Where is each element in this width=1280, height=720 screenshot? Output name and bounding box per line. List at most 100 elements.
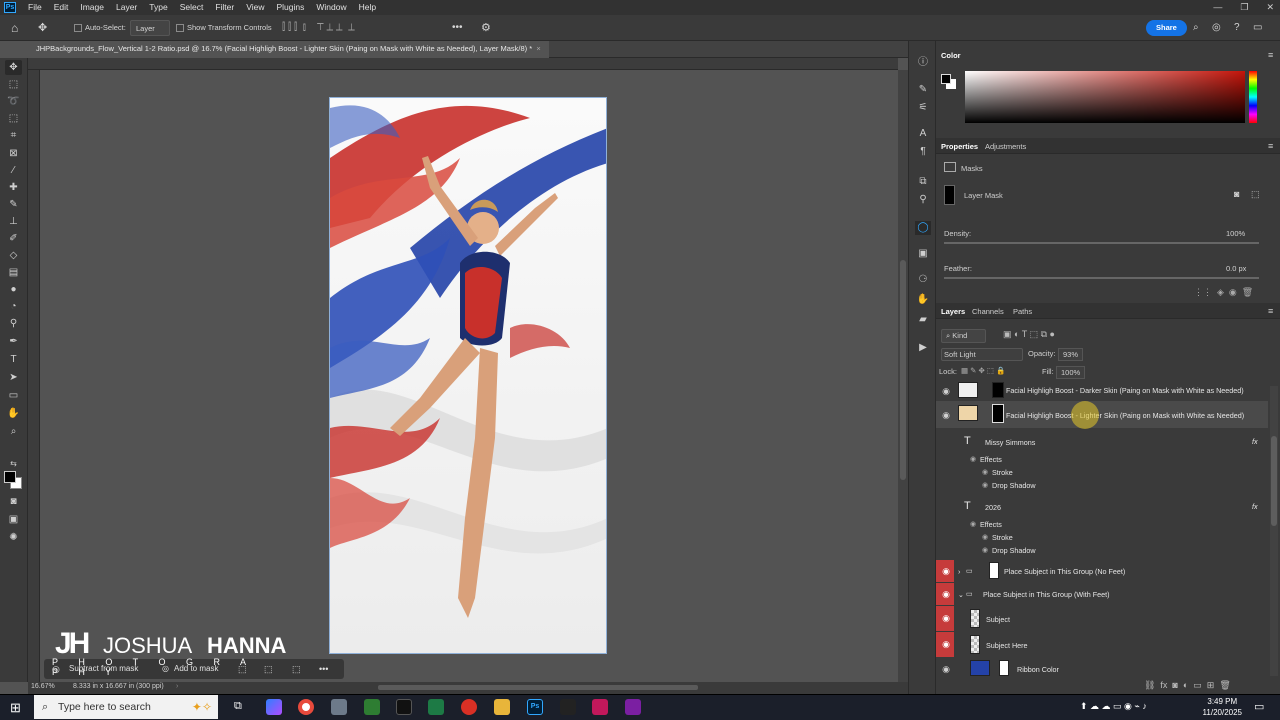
adjust-icon[interactable]: ⚟ [915, 101, 931, 115]
menu-plugins[interactable]: Plugins [270, 0, 310, 15]
close-tab-icon[interactable]: × [536, 44, 540, 53]
layer-row[interactable]: ◉ Subject [936, 606, 1268, 631]
search-icon[interactable]: ⌕ [1193, 20, 1199, 36]
marquee-tool[interactable]: ⬚ [5, 77, 22, 92]
group-row[interactable]: ◉ › ▭ Place Subject in This Group (No Fe… [936, 560, 1268, 582]
vertical-scrollbar[interactable] [898, 70, 908, 682]
layer-row[interactable]: ◉ Subject Here [936, 632, 1268, 657]
menu-image[interactable]: Image [74, 0, 110, 15]
app-icon[interactable] [364, 699, 380, 715]
close-window-icon[interactable]: ✕ [1266, 0, 1274, 15]
align-icons[interactable]: ⫿ ⫿ ⫿ ⫾ ⊤ ⊥ ⊥ ⊥ [282, 20, 355, 36]
eye-icon[interactable]: ◉ [941, 410, 951, 420]
menu-filter[interactable]: Filter [209, 0, 240, 15]
color-panel-title[interactable]: Color [941, 51, 961, 60]
healing-tool[interactable]: ✚ [5, 180, 22, 195]
layer-filter-icons[interactable]: ▣ ◐ T ⬚ ⧉ ● [1003, 329, 1055, 340]
mask-thumbnail[interactable] [989, 562, 999, 579]
taskbar-search[interactable]: ⌕ Type here to search ✦✧ [34, 695, 218, 719]
actions-icon[interactable]: ⚲ [915, 193, 931, 207]
system-tray-icons[interactable]: ⬆ ☁ ☁ ▭ ◉ ⌁ ♪ [1080, 701, 1147, 712]
layer-row[interactable]: T 2026 fx [936, 495, 1268, 521]
zoom-level[interactable]: 16.67% [31, 683, 55, 690]
fx-icon[interactable]: fx [1252, 437, 1258, 446]
fx-icon[interactable]: fx [1252, 502, 1258, 511]
learn-icon[interactable]: ⚆ [915, 273, 931, 287]
vector-mask-icon[interactable]: ⬚ [1251, 189, 1260, 200]
menu-help[interactable]: Help [353, 0, 382, 15]
mask-thumbnail[interactable] [992, 382, 1004, 398]
dodge-burn-tool[interactable]: ⚲ [5, 316, 22, 331]
libraries-icon[interactable]: ▣ [915, 247, 931, 261]
menu-select[interactable]: Select [174, 0, 210, 15]
color-fg-swatch[interactable] [941, 74, 951, 84]
taskbar-clock[interactable]: 3:49 PM 11/20/2025 [1203, 696, 1242, 718]
effects-eye-icon[interactable]: ◉ [970, 454, 976, 463]
swap-colors-icon[interactable]: ⇆ [5, 456, 22, 471]
workspace-icon[interactable]: ▭ [1253, 20, 1262, 36]
kind-filter-dropdown[interactable]: ⌕ Kind [941, 329, 987, 343]
opacity-value[interactable]: 93% [1058, 348, 1084, 361]
brush-settings-icon[interactable]: ✎ [915, 83, 931, 97]
group-row[interactable]: ◉ ⌄ ▭ Place Subject in This Group (With … [936, 583, 1268, 605]
generative-icon[interactable]: ✺ [5, 530, 22, 545]
copilot-icon[interactable] [266, 699, 282, 715]
layer-dropdown[interactable]: Layer [130, 20, 170, 36]
help-icon[interactable]: ? [1234, 20, 1240, 36]
drop-shadow-effect[interactable]: Drop Shadow [992, 481, 1036, 490]
tab-paths[interactable]: Paths [1013, 307, 1032, 316]
excel-icon[interactable] [428, 699, 444, 715]
move-tool-icon[interactable]: ✥ [38, 20, 47, 36]
stroke-eye-icon[interactable]: ◉ [982, 532, 988, 541]
eye-icon[interactable]: ◉ [941, 589, 951, 599]
blur-tool[interactable]: ● [5, 282, 22, 297]
tab-adjustments[interactable]: Adjustments [985, 142, 1026, 151]
layer-panel-footer-icons[interactable]: ⛓ fx ◙ ◐ ▭ ⊞ 🗑 [1144, 680, 1231, 691]
app-icon[interactable] [396, 699, 412, 715]
app-icon[interactable] [560, 699, 576, 715]
app-icon[interactable] [461, 699, 477, 715]
type-tool[interactable]: T [5, 352, 22, 367]
eye-icon[interactable]: ◉ [941, 639, 951, 649]
hand-tool[interactable]: ✋ [5, 406, 22, 421]
comments-icon[interactable]: ▰ [915, 313, 931, 327]
stroke-effect[interactable]: Stroke [992, 468, 1013, 477]
layers-menu-icon[interactable]: ≡ [1268, 306, 1273, 316]
mask-action-icons[interactable]: ⋮⋮ ◈ ◉ 🗑 [1194, 287, 1253, 298]
eye-icon[interactable]: ◉ [941, 566, 951, 576]
menu-layer[interactable]: Layer [110, 0, 143, 15]
move-tool[interactable]: ✥ [5, 60, 22, 75]
screen-mode-icon[interactable]: ▣ [5, 512, 22, 527]
eye-icon[interactable]: ◉ [941, 664, 951, 674]
color-field[interactable] [965, 71, 1245, 123]
properties-menu-icon[interactable]: ≡ [1268, 141, 1273, 151]
drop-shadow-eye-icon[interactable]: ◉ [982, 545, 988, 554]
select-mask-icon[interactable]: ◙ [1234, 189, 1239, 199]
color-panel-menu-icon[interactable]: ≡ [1268, 50, 1273, 60]
layer-mask-thumbnail[interactable] [944, 185, 955, 205]
rectangle-tool[interactable]: ▭ [5, 388, 22, 403]
properties-icon[interactable]: ◯ [915, 221, 931, 235]
crop-tool[interactable]: ⌗ [5, 128, 22, 143]
dodge-tool[interactable]: ◔ [5, 299, 22, 314]
layer-row-selected[interactable]: ◉ Facial Highligh Boost - Lighter Skin (… [936, 401, 1268, 429]
brush-tool[interactable]: ✎ [5, 197, 22, 212]
menu-edit[interactable]: Edit [48, 0, 75, 15]
document-canvas[interactable] [329, 97, 607, 654]
app-icon[interactable] [625, 699, 641, 715]
task-view-icon[interactable]: ⧉ [234, 700, 242, 713]
density-slider[interactable] [944, 242, 1259, 244]
blend-mode-dropdown[interactable]: Soft Light [941, 348, 1023, 361]
info-icon[interactable]: ⓘ [915, 56, 931, 70]
history-brush-tool[interactable]: ✐ [5, 231, 22, 246]
quick-mask-icon[interactable]: ◙ [5, 494, 22, 509]
drop-shadow-eye-icon[interactable]: ◉ [982, 480, 988, 489]
object-select-tool[interactable]: ⬚ [5, 111, 22, 126]
tab-properties[interactable]: Properties [941, 142, 978, 151]
mask-thumbnail[interactable] [999, 660, 1009, 676]
document-tab[interactable]: JHPBackgrounds_Flow_Vertical 1-2 Ratio.p… [28, 41, 549, 58]
tab-layers[interactable]: Layers [941, 307, 965, 316]
layer-row[interactable]: ◉ Ribbon Color [936, 659, 1268, 678]
gradient-tool[interactable]: ▤ [5, 265, 22, 280]
more-options[interactable]: ••• [452, 20, 463, 36]
